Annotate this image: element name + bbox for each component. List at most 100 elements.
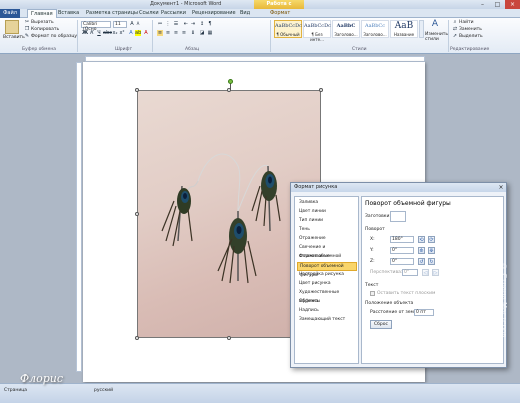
line-spacing-icon[interactable]: ↨ xyxy=(190,30,196,36)
rotate-left-icon[interactable]: ⟲ xyxy=(418,236,425,243)
nav-3d-rotation[interactable]: Поворот объемной фигуры xyxy=(297,262,357,278)
resize-handle[interactable] xyxy=(135,336,139,340)
resize-handle[interactable] xyxy=(227,336,231,340)
widen-perspective-icon[interactable]: ▷ xyxy=(432,269,439,276)
cut-button[interactable]: Вырезать xyxy=(31,20,54,25)
presets-label: Заготовки: xyxy=(365,214,391,219)
tab-mailings[interactable]: Рассылки xyxy=(161,9,186,18)
select-button[interactable]: Выделить xyxy=(459,34,483,39)
font-color-icon[interactable]: A xyxy=(143,30,149,36)
style-heading-2[interactable]: AaBbCc Заголово... xyxy=(361,20,389,38)
tab-references[interactable]: Ссылки xyxy=(139,9,159,18)
reset-button[interactable]: Сброс xyxy=(370,320,392,329)
subscript-icon[interactable]: x₂ xyxy=(112,30,118,36)
rotate-up-icon[interactable]: ⟰ xyxy=(418,247,425,254)
nav-fill[interactable]: Заливка xyxy=(297,199,357,208)
align-center-icon[interactable]: ≡ xyxy=(165,30,171,36)
format-painter-button[interactable]: Формат по образцу xyxy=(31,34,77,39)
text-effects-icon[interactable]: A xyxy=(128,30,134,36)
multilevel-list-icon[interactable]: ☰ xyxy=(173,21,179,27)
dialog-title[interactable]: Формат рисунка xyxy=(291,183,506,192)
styles-scroll[interactable] xyxy=(419,20,424,38)
replace-button[interactable]: Заменить xyxy=(459,27,482,32)
nav-line-color[interactable]: Цвет линии xyxy=(297,208,357,217)
y-rotation-field[interactable]: 0° xyxy=(390,247,414,254)
language-indicator[interactable]: русский xyxy=(94,388,113,393)
clipboard-group-label: Буфер обмена xyxy=(22,47,57,52)
show-marks-icon[interactable]: ¶ xyxy=(207,21,213,27)
nav-glow-soft-edges[interactable]: Свечение и сглаживание xyxy=(297,244,357,259)
paste-button[interactable]: Вставить xyxy=(3,35,25,40)
nav-shadow[interactable]: Тень xyxy=(297,226,357,235)
justify-icon[interactable]: ≡ xyxy=(181,30,187,36)
style-heading-1[interactable]: AaBbC Заголово... xyxy=(332,20,360,38)
nav-picture-color[interactable]: Цвет рисунка xyxy=(297,280,357,289)
resize-handle[interactable] xyxy=(135,212,139,216)
increase-indent-icon[interactable]: ⇥ xyxy=(190,21,196,27)
align-right-icon[interactable]: ≡ xyxy=(173,30,179,36)
rotate-ccw-icon[interactable]: ↺ xyxy=(418,258,425,265)
rotate-down-icon[interactable]: ⟱ xyxy=(428,247,435,254)
style-no-spacing[interactable]: AaBbCcDс ¶ Без инте... xyxy=(303,20,331,42)
presets-dropdown[interactable] xyxy=(390,211,406,222)
tab-home[interactable]: Главная xyxy=(27,9,57,18)
page-indicator[interactable]: Страница xyxy=(4,388,27,393)
change-styles-icon[interactable]: A xyxy=(430,20,440,31)
minimize-button[interactable]: – xyxy=(475,0,490,9)
bold-icon[interactable]: Ж xyxy=(82,30,88,36)
rotate-cw-icon[interactable]: ↻ xyxy=(428,258,435,265)
resize-handle[interactable] xyxy=(319,88,323,92)
z-rotation-field[interactable]: 0° xyxy=(390,258,414,265)
tab-page-layout[interactable]: Разметка страницы xyxy=(86,9,138,18)
style-normal[interactable]: AaBbCcDс ¶ Обычный xyxy=(274,20,302,38)
narrow-perspective-icon[interactable]: ◁ xyxy=(422,269,429,276)
distance-field[interactable]: 0 пт xyxy=(414,309,434,316)
tab-file[interactable]: Файл xyxy=(0,9,20,18)
change-styles-button[interactable]: Изменить стили xyxy=(425,32,448,42)
font-size-field[interactable]: 11 xyxy=(113,21,127,28)
nav-alt-text[interactable]: Замещающий текст xyxy=(297,316,357,325)
nav-3d-format[interactable]: Формат объемной фигуры xyxy=(297,253,357,268)
maximize-button[interactable]: □ xyxy=(490,0,505,9)
rotation-handle[interactable] xyxy=(228,79,233,84)
nav-crop[interactable]: Обрезка xyxy=(297,298,357,307)
bullets-icon[interactable]: ≔ xyxy=(157,21,163,27)
editing-group-label: Редактирование xyxy=(450,47,490,52)
clipboard-icon[interactable] xyxy=(5,20,19,34)
nav-picture-corrections[interactable]: Настройка рисунка xyxy=(297,271,357,280)
rotate-right-icon[interactable]: ⟳ xyxy=(428,236,435,243)
paragraph-group-label: Абзац xyxy=(185,47,200,52)
tab-review[interactable]: Рецензирование xyxy=(192,9,236,18)
dialog-close-icon[interactable]: × xyxy=(497,184,505,191)
align-left-icon[interactable]: ≡ xyxy=(157,30,163,36)
tab-view[interactable]: Вид xyxy=(240,9,250,18)
resize-handle[interactable] xyxy=(135,88,139,92)
resize-handle[interactable] xyxy=(227,88,231,92)
sort-icon[interactable]: ↕ xyxy=(199,21,205,27)
close-button[interactable]: × xyxy=(505,0,520,9)
numbering-icon[interactable]: ⋮ xyxy=(165,21,171,27)
highlight-icon[interactable]: ab xyxy=(135,30,141,36)
x-rotation-field[interactable]: 180° xyxy=(390,236,414,243)
style-title[interactable]: AaB Название xyxy=(390,20,418,38)
nav-line-style[interactable]: Тип линии xyxy=(297,217,357,226)
strikethrough-icon[interactable]: abc xyxy=(103,30,112,36)
tab-insert[interactable]: Вставка xyxy=(58,9,79,18)
keep-text-flat-checkbox[interactable] xyxy=(370,291,375,296)
font-name-field[interactable]: Calibri (Осно xyxy=(81,21,111,32)
nav-artistic-effects[interactable]: Художественные эффекты xyxy=(297,289,357,304)
tab-format[interactable]: Формат xyxy=(270,9,290,18)
borders-icon[interactable]: ▦ xyxy=(207,30,213,36)
nav-reflection[interactable]: Отражение xyxy=(297,235,357,244)
shrink-font-icon[interactable]: A xyxy=(135,21,141,27)
italic-icon[interactable]: К xyxy=(89,30,95,36)
find-button[interactable]: Найти xyxy=(459,20,474,25)
copy-button[interactable]: Копировать xyxy=(31,27,59,32)
nav-text-box[interactable]: Надпись xyxy=(297,307,357,316)
decrease-indent-icon[interactable]: ⇤ xyxy=(183,21,189,27)
perspective-field[interactable]: 0° xyxy=(402,269,418,276)
shading-icon[interactable]: ◪ xyxy=(199,30,205,36)
underline-icon[interactable]: Ч xyxy=(96,30,102,36)
vertical-ruler[interactable] xyxy=(76,62,82,372)
superscript-icon[interactable]: x² xyxy=(119,30,125,36)
